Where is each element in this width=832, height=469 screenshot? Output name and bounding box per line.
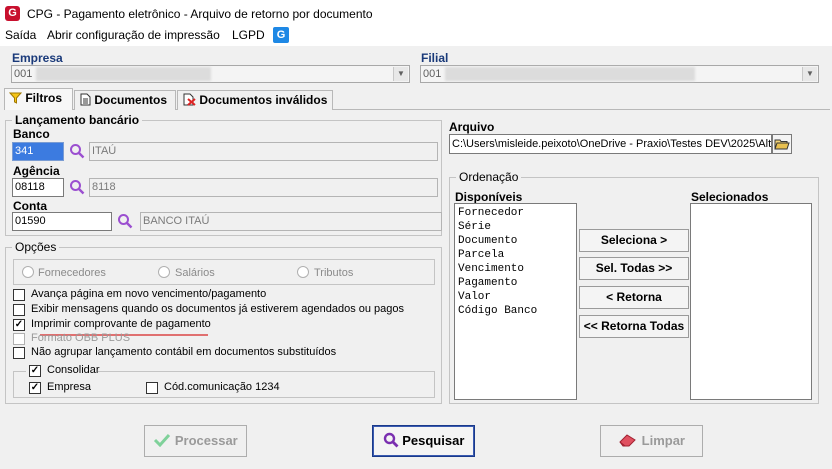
banco-code-input[interactable]: 341 bbox=[12, 142, 64, 161]
g-menu-icon[interactable]: G bbox=[273, 27, 289, 43]
selecionados-list[interactable] bbox=[690, 203, 812, 400]
radio-tributos[interactable] bbox=[297, 266, 309, 278]
exibir-mensagens-label: Exibir mensagens quando os documentos já… bbox=[31, 303, 405, 315]
search-icon[interactable] bbox=[69, 179, 85, 195]
document-icon bbox=[80, 93, 91, 106]
tab-documentos[interactable]: Documentos bbox=[74, 90, 176, 110]
agencia-code-input[interactable]: 08118 bbox=[12, 178, 64, 197]
processar-label: Processar bbox=[174, 433, 238, 448]
list-item[interactable]: Pagamento bbox=[455, 276, 576, 290]
search-icon[interactable] bbox=[69, 143, 85, 159]
eraser-icon bbox=[619, 434, 636, 447]
menu-lgpd[interactable]: LGPD bbox=[232, 28, 265, 42]
empresa-label: Empresa bbox=[12, 51, 63, 65]
checkbox-cod-comunicacao[interactable] bbox=[146, 382, 158, 394]
checkbox-formato-obb[interactable] bbox=[13, 333, 25, 345]
radio-fornecedores[interactable] bbox=[22, 266, 34, 278]
limpar-label: Limpar bbox=[641, 433, 685, 448]
banco-label: Banco bbox=[13, 127, 50, 141]
pesquisar-label: Pesquisar bbox=[402, 433, 465, 448]
chevron-down-icon[interactable]: ▼ bbox=[393, 67, 408, 81]
radio-salarios[interactable] bbox=[158, 266, 170, 278]
chevron-down-icon[interactable]: ▼ bbox=[802, 67, 817, 81]
invalid-document-icon bbox=[183, 93, 196, 106]
list-item[interactable]: Vencimento bbox=[455, 262, 576, 276]
filial-label: Filial bbox=[421, 51, 449, 65]
banco-name-field: ITAÚ bbox=[89, 142, 438, 161]
conta-label: Conta bbox=[13, 199, 47, 213]
redacted-empresa bbox=[36, 67, 211, 81]
checkbox-consolidar[interactable]: ✓ bbox=[29, 365, 41, 377]
imprimir-comprovante-label: Imprimir comprovante de pagamento bbox=[31, 318, 211, 330]
redacted-filial bbox=[445, 67, 695, 81]
open-folder-button[interactable] bbox=[772, 134, 792, 154]
checkmark-icon bbox=[154, 433, 171, 448]
app-logo-icon: G bbox=[5, 6, 20, 21]
search-icon[interactable] bbox=[117, 213, 133, 229]
selecionados-label: Selecionados bbox=[691, 190, 769, 204]
empresa-cb-label: Empresa bbox=[47, 381, 92, 393]
agencia-name-field: 8118 bbox=[89, 178, 438, 197]
filial-combo[interactable]: 001 ▼ bbox=[420, 65, 819, 83]
lancamento-title: Lançamento bancário bbox=[12, 113, 143, 127]
radio-salarios-label: Salários bbox=[175, 267, 215, 279]
checkbox-nao-agrupar[interactable] bbox=[13, 347, 25, 359]
tab-documentos-label: Documentos bbox=[94, 93, 168, 107]
checkbox-imprimir-comprovante[interactable]: ✓ bbox=[13, 319, 25, 331]
empresa-value: 001 bbox=[14, 68, 33, 80]
ordenacao-title: Ordenação bbox=[456, 170, 522, 184]
avanca-pagina-label: Avança página em novo vencimento/pagamen… bbox=[31, 288, 267, 300]
conta-name-field: BANCO ITAÚ bbox=[140, 212, 442, 231]
tab-filtros-label: Filtros bbox=[25, 91, 63, 105]
disponiveis-list[interactable]: Fornecedor Série Documento Parcela Venci… bbox=[454, 203, 577, 400]
menu-abrir-configuracao[interactable]: Abrir configuração de impressão bbox=[47, 28, 220, 42]
retorna-button[interactable]: < Retorna bbox=[579, 286, 689, 309]
open-folder-icon bbox=[774, 139, 790, 150]
tab-documentos-invalidos[interactable]: Documentos inválidos bbox=[177, 90, 333, 110]
list-item[interactable]: Código Banco bbox=[455, 304, 576, 318]
agencia-label: Agência bbox=[13, 164, 60, 178]
sel-todas-button[interactable]: Sel. Todas >> bbox=[579, 257, 689, 280]
checkbox-exibir-mensagens[interactable] bbox=[13, 304, 25, 316]
list-item[interactable]: Valor bbox=[455, 290, 576, 304]
filial-value: 001 bbox=[423, 68, 442, 80]
seleciona-button[interactable]: Seleciona > bbox=[579, 229, 689, 252]
tab-documentos-invalidos-label: Documentos inválidos bbox=[199, 93, 328, 107]
arquivo-path-input[interactable]: C:\Users\misleide.peixoto\OneDrive - Pra… bbox=[449, 134, 772, 154]
pesquisar-button[interactable]: Pesquisar bbox=[372, 425, 475, 457]
limpar-button[interactable]: Limpar bbox=[600, 425, 703, 457]
empresa-combo[interactable]: 001 ▼ bbox=[11, 65, 410, 83]
formato-obb-label: Formato OBB PLUS bbox=[31, 332, 131, 344]
list-item[interactable]: Fornecedor bbox=[455, 206, 576, 220]
opcoes-title: Opções bbox=[12, 240, 60, 254]
nao-agrupar-label: Não agrupar lançamento contábil em docum… bbox=[31, 346, 337, 358]
arquivo-label: Arquivo bbox=[449, 120, 495, 134]
consolidar-label: Consolidar bbox=[47, 364, 100, 376]
checkbox-empresa[interactable]: ✓ bbox=[29, 382, 41, 394]
cod-comunicacao-label: Cód.comunicação 1234 bbox=[164, 381, 280, 393]
conta-code-input[interactable]: 01590 bbox=[12, 212, 112, 231]
radio-fornecedores-label: Fornecedores bbox=[38, 267, 106, 279]
tab-filtros[interactable]: Filtros bbox=[4, 88, 73, 110]
list-item[interactable]: Série bbox=[455, 220, 576, 234]
list-item[interactable]: Documento bbox=[455, 234, 576, 248]
retorna-todas-button[interactable]: << Retorna Todas bbox=[579, 315, 689, 338]
processar-button[interactable]: Processar bbox=[144, 425, 247, 457]
checkbox-avanca-pagina[interactable] bbox=[13, 289, 25, 301]
disponiveis-label: Disponíveis bbox=[455, 190, 523, 204]
funnel-icon bbox=[8, 92, 23, 104]
menu-saida[interactable]: Saída bbox=[5, 28, 36, 42]
radio-tributos-label: Tributos bbox=[314, 267, 354, 279]
search-icon bbox=[383, 432, 399, 448]
window-title: CPG - Pagamento eletrônico - Arquivo de … bbox=[27, 7, 373, 21]
list-item[interactable]: Parcela bbox=[455, 248, 576, 262]
